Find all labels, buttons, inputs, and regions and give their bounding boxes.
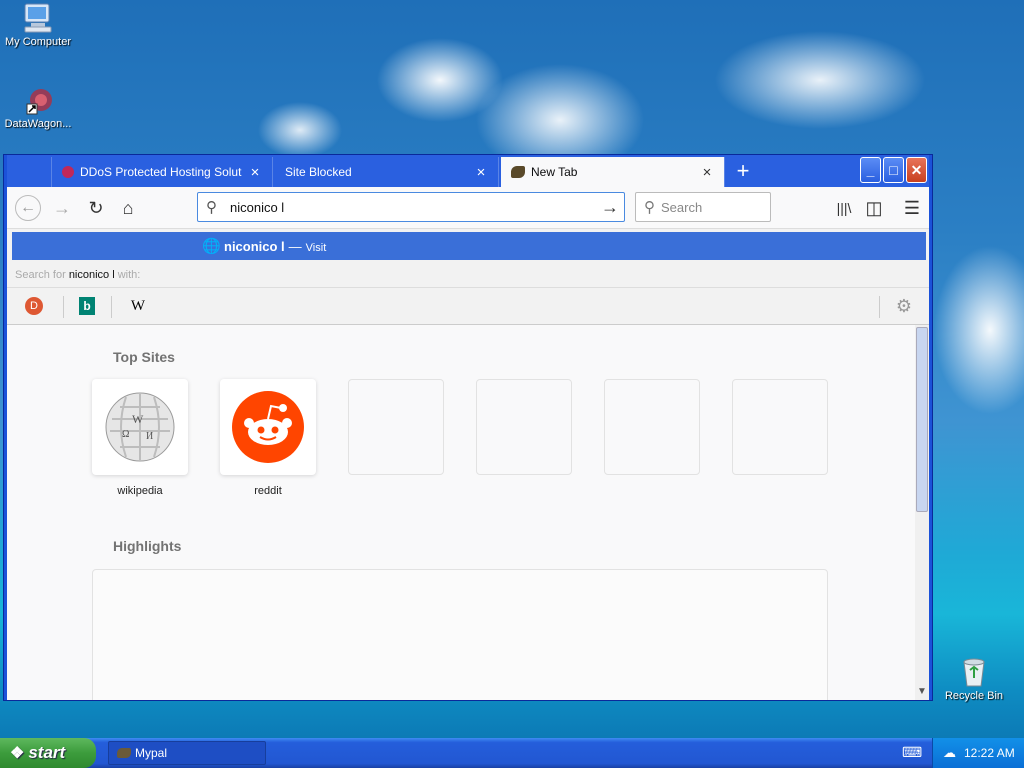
empty-tile <box>348 379 444 475</box>
one-off-search-engines: D b W ⚙ <box>7 287 929 325</box>
forward-button[interactable]: → <box>49 195 75 221</box>
tab-close-icon[interactable]: × <box>248 164 262 181</box>
desktop-icon-my-computer[interactable]: My Computer <box>0 2 76 48</box>
search-icon: ⚲ <box>206 199 217 216</box>
tab-title: New Tab <box>531 165 578 179</box>
url-bar[interactable]: ⚲ niconico l → <box>197 192 625 222</box>
tab-close-icon[interactable]: × <box>700 164 714 181</box>
mypal-app-icon <box>117 748 131 758</box>
scrollbar[interactable]: ▼ <box>915 325 929 700</box>
desktop-icon-label: DataWagon... <box>4 118 72 130</box>
top-site-thumbnail: W Ω И <box>92 379 188 475</box>
desktop-icon-label: My Computer <box>4 36 72 48</box>
reddit-logo-icon <box>232 391 304 463</box>
back-button[interactable]: ← <box>15 195 41 221</box>
engine-divider <box>111 296 112 318</box>
scrollbar-thumb[interactable] <box>916 327 928 512</box>
taskbar-item-mypal[interactable]: Mypal <box>108 741 266 765</box>
minimize-button[interactable]: _ <box>860 157 881 183</box>
tab-title: DDoS Protected Hosting Solutions <box>80 165 242 179</box>
svg-text:И: И <box>146 431 153 442</box>
search-with-label: Search for niconico l with: <box>15 269 140 281</box>
browser-window: DDoS Protected Hosting Solutions × Site … <box>4 155 932 700</box>
top-site-label: wikipedia <box>117 485 163 497</box>
top-site-empty-slot <box>476 379 572 475</box>
computer-icon <box>24 3 52 33</box>
go-arrow-icon[interactable]: → <box>596 197 624 218</box>
bing-engine-icon[interactable]: b <box>79 297 95 315</box>
url-suggestions-popup: 🌐 niconico l — Visit Search for niconico… <box>7 229 929 325</box>
empty-tile <box>604 379 700 475</box>
tab-title: Site Blocked <box>285 165 352 179</box>
tab-new-tab[interactable]: New Tab × <box>501 157 725 187</box>
new-tab-button[interactable]: + <box>729 159 757 185</box>
windows-flag-icon: ❖ <box>10 745 25 762</box>
url-input[interactable]: niconico l <box>224 200 596 215</box>
engine-divider <box>879 296 880 318</box>
taskbar-item-label: Mypal <box>135 746 168 760</box>
search-for-suffix: with: <box>114 269 141 281</box>
top-site-tile[interactable]: reddit <box>220 379 316 497</box>
highlights-heading: Highlights <box>113 538 182 554</box>
top-site-empty-slot <box>732 379 828 475</box>
new-tab-page: Top Sites W Ω И wikipedia reddit Highlig… <box>7 325 929 700</box>
start-button[interactable]: ❖ start <box>0 738 96 768</box>
engine-divider <box>63 296 64 318</box>
suggestion-separator: — <box>288 238 302 254</box>
recycle-bin-icon <box>963 658 985 687</box>
top-site-thumbnail <box>220 379 316 475</box>
search-for-query: niconico l <box>68 269 115 281</box>
highlights-placeholder <box>92 569 828 700</box>
tab-ddos-hosting[interactable]: DDoS Protected Hosting Solutions × <box>51 157 273 187</box>
keyboard-layout-icon[interactable]: ⌨ <box>902 744 922 761</box>
site-favicon-icon <box>62 166 74 178</box>
home-button[interactable]: ⌂ <box>115 195 141 221</box>
close-window-button[interactable]: ✕ <box>906 157 927 183</box>
search-box[interactable]: ⚲ Search <box>635 192 771 222</box>
library-button[interactable]: |||\ <box>831 195 857 221</box>
wikipedia-engine-icon[interactable]: W <box>127 296 149 316</box>
top-sites-heading: Top Sites <box>113 349 175 365</box>
svg-text:W: W <box>132 412 144 426</box>
top-site-tile[interactable]: W Ω И wikipedia <box>92 379 188 497</box>
network-icon[interactable]: ☁ <box>943 745 956 761</box>
empty-tile <box>476 379 572 475</box>
scroll-down-arrow-icon[interactable]: ▼ <box>916 686 928 698</box>
search-placeholder: Search <box>661 199 703 215</box>
mypal-favicon-icon <box>511 166 525 178</box>
clock: 12:22 AM <box>964 746 1015 760</box>
hamburger-menu-button[interactable]: ☰ <box>899 195 925 221</box>
duckduckgo-engine-icon[interactable]: D <box>25 297 43 315</box>
tab-strip: DDoS Protected Hosting Solutions × Site … <box>7 155 929 187</box>
tab-close-icon[interactable]: × <box>474 164 488 181</box>
suggestion-row-visit[interactable]: 🌐 niconico l — Visit <box>12 232 926 260</box>
desktop-icon-label: Recycle Bin <box>944 690 1004 702</box>
top-site-empty-slot <box>348 379 444 475</box>
desktop-icon-recycle-bin[interactable]: Recycle Bin <box>936 656 1012 702</box>
gear-icon[interactable]: ⚙ <box>893 296 915 316</box>
search-icon: ⚲ <box>644 199 655 216</box>
taskbar: ❖ start Mypal ⌨ ☁ 12:22 AM <box>0 738 1024 768</box>
globe-icon: 🌐 <box>202 238 221 255</box>
top-site-label: reddit <box>254 485 282 497</box>
suggestion-text: niconico l <box>224 238 285 254</box>
start-label: start <box>28 743 66 762</box>
reload-button[interactable]: ↻ <box>83 195 109 221</box>
sidebar-button[interactable]: ◫ <box>861 195 887 221</box>
tab-site-blocked[interactable]: Site Blocked × <box>275 157 499 187</box>
top-site-empty-slot <box>604 379 700 475</box>
maximize-button[interactable]: □ <box>883 157 904 183</box>
svg-text:Ω: Ω <box>122 429 129 440</box>
suggestion-action: Visit <box>305 241 327 254</box>
empty-tile <box>732 379 828 475</box>
desktop-icon-datawagon[interactable]: DataWagon... <box>0 86 76 130</box>
nav-toolbar: ← → ↻ ⌂ ⚲ niconico l → ⚲ Search |||\ ◫ ☰ <box>7 187 929 229</box>
system-tray: ☁ 12:22 AM <box>932 738 1024 768</box>
search-for-prefix: Search for <box>15 269 69 281</box>
datawagon-shortcut-icon <box>26 89 52 115</box>
wikipedia-globe-icon: W Ω И <box>105 392 175 462</box>
